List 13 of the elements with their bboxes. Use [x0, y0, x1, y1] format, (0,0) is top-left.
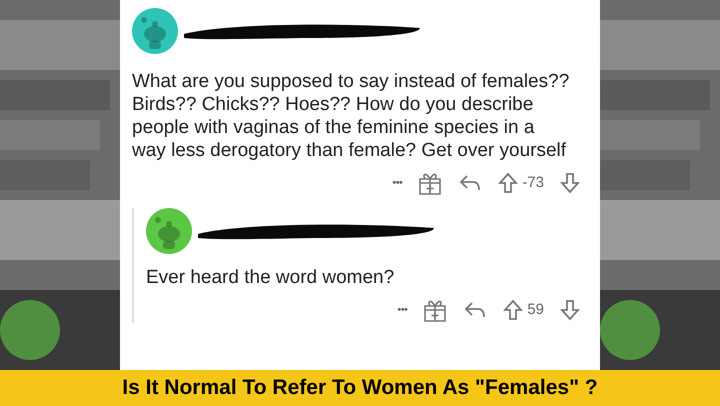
vote-count: 59	[527, 300, 544, 320]
downvote-icon[interactable]	[560, 299, 580, 321]
more-icon[interactable]: •••	[392, 174, 402, 192]
vote-count: -73	[522, 172, 544, 193]
more-icon[interactable]: •••	[397, 302, 408, 318]
comment-text: What are you supposed to say instead of females?? Birds?? Chicks?? Hoes?? How do you describe people with vaginas of the feminine species in a way less derogatory than female? Get over yourself	[132, 70, 570, 162]
reply-icon[interactable]	[458, 173, 482, 193]
upvote-icon[interactable]	[503, 299, 524, 321]
reply-icon[interactable]	[463, 300, 488, 320]
upvote-icon[interactable]	[498, 172, 518, 194]
comment-text: Ever heard the word women?	[146, 266, 396, 289]
downvote-icon[interactable]	[560, 172, 580, 194]
caption-text: Is It Normal To Refer To Women As "Females" ?	[122, 375, 598, 402]
